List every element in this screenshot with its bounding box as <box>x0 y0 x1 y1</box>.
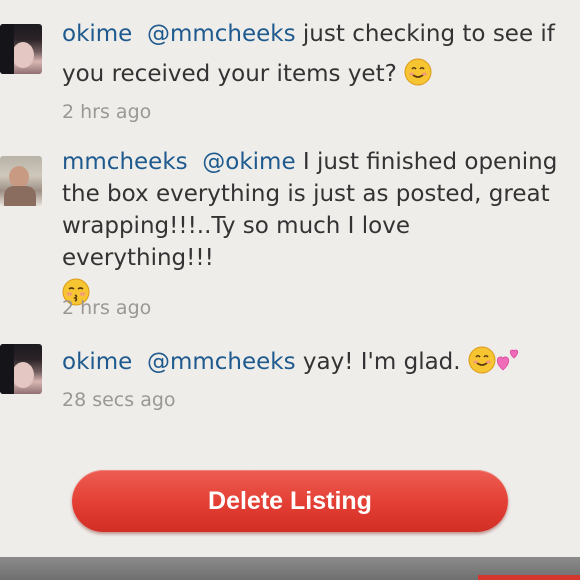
user-avatar[interactable] <box>0 344 42 394</box>
comment-body: okime @mmcheeks yay! I'm glad. <box>62 342 562 382</box>
comment-mention[interactable]: @mmcheeks <box>147 21 296 47</box>
user-avatar[interactable] <box>0 156 42 206</box>
comment-timestamp: 2 hrs ago <box>62 297 152 319</box>
comment-mention[interactable]: @mmcheeks <box>147 349 296 375</box>
user-avatar[interactable] <box>0 24 42 74</box>
comment-body: okime @mmcheeks just checking to see if … <box>62 14 562 94</box>
comment-username[interactable]: mmcheeks <box>62 149 188 175</box>
comment-text: just checking to see if you received you… <box>62 21 555 87</box>
smiling-face-emoji <box>404 58 432 86</box>
comment-body: mmcheeks @okime I just finished opening … <box>62 146 562 314</box>
comment-username[interactable]: okime <box>62 349 132 375</box>
comment-timestamp: 28 secs ago <box>62 389 176 411</box>
two-hearts-emoji <box>496 349 518 371</box>
comment-mention[interactable]: @okime <box>202 149 295 175</box>
comment-text: yay! I'm glad. <box>302 349 461 375</box>
delete-listing-button[interactable]: Delete Listing <box>72 470 508 532</box>
bottom-toolbar-accent <box>478 575 580 580</box>
comments-screen: okime @mmcheeks just checking to see if … <box>0 0 580 580</box>
comment-timestamp: 2 hrs ago <box>62 101 152 123</box>
smiling-face-emoji <box>468 346 496 374</box>
comment-username[interactable]: okime <box>62 21 132 47</box>
